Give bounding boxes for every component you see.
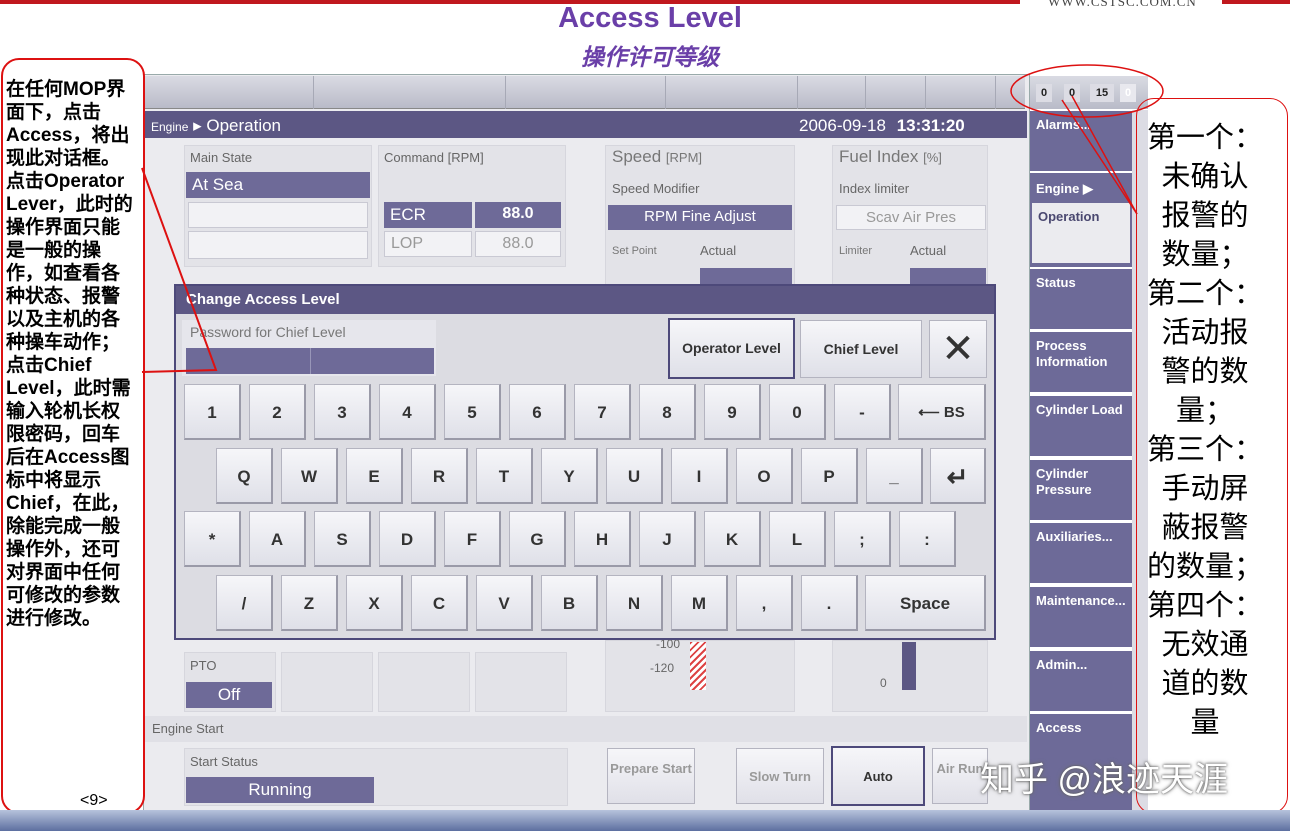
watermark: 知乎 @浪迹天涯 [980,761,1228,799]
counter-highlight-ellipse [1010,64,1164,118]
callout-lines [141,64,1164,373]
footer-band [0,810,1290,831]
annotation-pointer [141,167,218,373]
